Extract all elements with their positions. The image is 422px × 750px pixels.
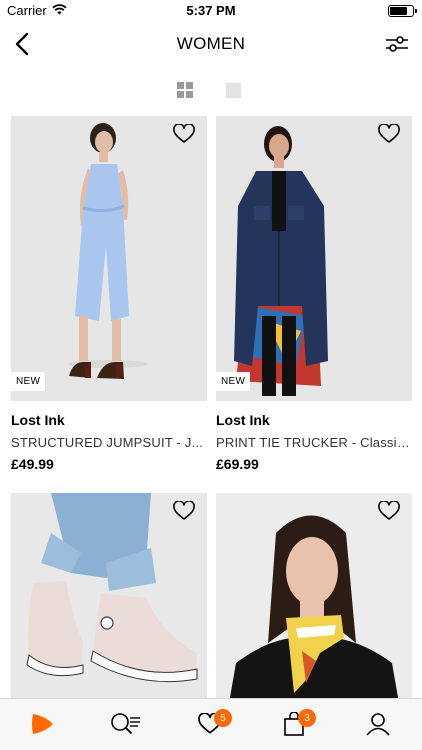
product-name: PRINT TIE TRUCKER - Classic... (216, 435, 412, 450)
bag-count-badge: 3 (298, 709, 316, 727)
tab-search[interactable] (108, 707, 144, 741)
status-bar: Carrier 5:37 PM (0, 0, 422, 22)
single-view-icon[interactable] (226, 83, 241, 98)
navigation-bar: WOMEN (0, 22, 422, 66)
product-card[interactable]: NEW Lost Ink PRINT TIE TRUCKER - Classic… (216, 116, 412, 472)
product-brand: Lost Ink (11, 412, 65, 428)
heart-icon (173, 123, 195, 143)
new-badge: NEW (11, 372, 46, 391)
filter-sliders-icon (386, 36, 408, 52)
heart-icon (378, 123, 400, 143)
tab-account[interactable] (360, 707, 396, 741)
product-image: NEW (216, 116, 412, 401)
wishlist-count-badge: 5 (214, 709, 232, 727)
product-price: £69.99 (216, 456, 259, 472)
new-badge: NEW (216, 372, 251, 391)
heart-icon (378, 500, 400, 520)
user-icon (366, 713, 390, 736)
view-toggle (0, 82, 422, 100)
grid-view-icon[interactable] (177, 82, 193, 98)
clock: 5:37 PM (186, 3, 236, 18)
battery-icon (388, 5, 417, 17)
heart-icon (173, 500, 195, 520)
tab-bag[interactable]: 3 (276, 707, 316, 741)
tab-bar: 5 3 (0, 698, 422, 750)
filter-button[interactable] (382, 30, 412, 58)
wishlist-button[interactable] (378, 123, 404, 148)
product-card[interactable]: NEW Lost Ink STRUCTURED JUMPSUIT - J... … (11, 116, 207, 472)
product-brand: Lost Ink (216, 412, 270, 428)
tab-home[interactable] (24, 707, 60, 741)
wishlist-button[interactable] (173, 500, 199, 525)
battery-fill (390, 7, 407, 15)
product-image: NEW (11, 116, 207, 401)
denim-jacket-photo (216, 116, 412, 401)
jumpsuit-photo (11, 116, 207, 401)
tab-wishlist[interactable]: 5 (192, 707, 232, 741)
product-price: £49.99 (11, 456, 54, 472)
page-title: WOMEN (176, 34, 246, 53)
product-name: STRUCTURED JUMPSUIT - J... (11, 435, 204, 450)
wishlist-button[interactable] (378, 500, 404, 525)
brand-logo-icon (32, 714, 53, 734)
wishlist-button[interactable] (173, 123, 199, 148)
search-icon (111, 713, 140, 734)
